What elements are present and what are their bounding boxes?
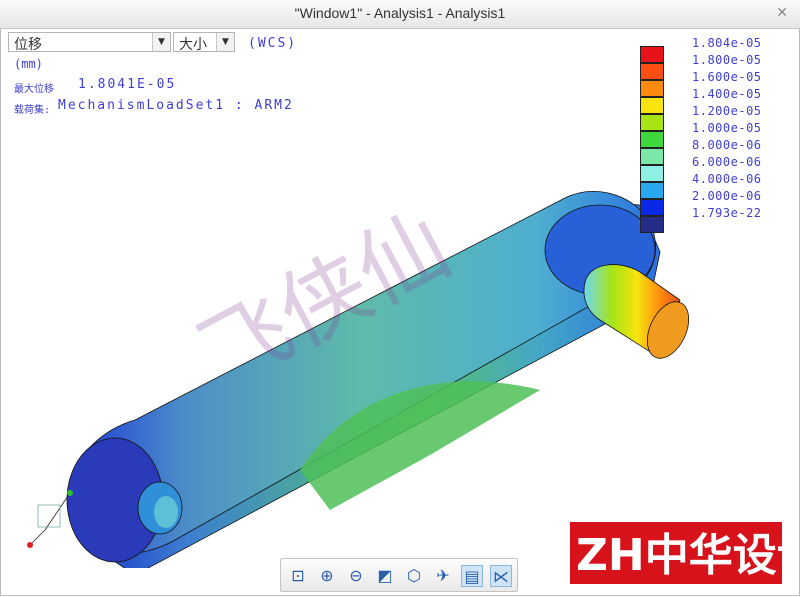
load-value: MechanismLoadSet1 : ARM2 [58, 98, 294, 113]
brand-logo: ZH中华设计 [570, 522, 782, 584]
legend-value: 1.000e-05 [692, 121, 762, 135]
max-label: 最大位移 [14, 84, 54, 95]
legend-value: 6.000e-06 [692, 155, 762, 169]
legend-swatch [640, 165, 664, 182]
component-value: 大小 [179, 37, 207, 53]
close-icon[interactable]: ✕ [776, 5, 788, 21]
legend-swatch [640, 131, 664, 148]
zoom-fit-icon[interactable]: ⊡ [287, 565, 309, 587]
component-select[interactable]: 大小 ▼ [173, 32, 235, 53]
chevron-down-icon: ▼ [216, 33, 234, 51]
spin-center-icon[interactable]: ✈ [432, 565, 454, 587]
unit-label: (mm) [14, 57, 43, 71]
legend-swatch [640, 46, 664, 63]
left-hole-inner [154, 496, 178, 528]
legend-swatch [640, 199, 664, 216]
legend-value: 4.000e-06 [692, 172, 762, 186]
zoom-in-icon[interactable]: ⊕ [316, 565, 338, 587]
legend-value: 1.200e-05 [692, 104, 762, 118]
legend-swatch [640, 216, 664, 233]
legend-value: 8.000e-06 [692, 138, 762, 152]
legend-swatch [640, 80, 664, 97]
refit-icon[interactable]: ◩ [374, 565, 396, 587]
coord-system-label: (WCS) [248, 36, 298, 51]
view-toolbar: ⊡ ⊕ ⊖ ◩ ⬡ ✈ ▤ ⋉ [280, 558, 518, 592]
result-quantity-value: 位移 [14, 37, 42, 53]
view-orient-icon[interactable]: ⬡ [403, 565, 425, 587]
chevron-down-icon: ▼ [152, 33, 170, 51]
display-style-icon[interactable]: ▤ [461, 565, 483, 587]
zoom-out-icon[interactable]: ⊖ [345, 565, 367, 587]
legend-swatch [640, 63, 664, 80]
legend-value: 1.400e-05 [692, 87, 762, 101]
logo-text: ZH中华设计 [576, 530, 782, 581]
coordinate-triad [27, 490, 73, 548]
legend-swatch [640, 114, 664, 131]
legend-swatch [640, 148, 664, 165]
max-value: 1.8041E-05 [78, 77, 177, 92]
legend-value: 2.000e-06 [692, 189, 762, 203]
legend-swatch [640, 182, 664, 199]
result-quantity-select[interactable]: 位移 ▼ [8, 32, 171, 53]
legend-value: 1.804e-05 [692, 36, 762, 50]
window-title: "Window1" - Analysis1 - Analysis1 [294, 5, 506, 21]
legend-value: 1.600e-05 [692, 70, 762, 84]
legend-value: 1.800e-05 [692, 53, 762, 67]
load-label: 载荷集: [14, 105, 51, 116]
legend-swatch [640, 97, 664, 114]
legend-value: 1.793e-22 [692, 206, 762, 220]
title-bar: "Window1" - Analysis1 - Analysis1 ✕ [0, 0, 800, 29]
datum-display-icon[interactable]: ⋉ [490, 565, 512, 587]
